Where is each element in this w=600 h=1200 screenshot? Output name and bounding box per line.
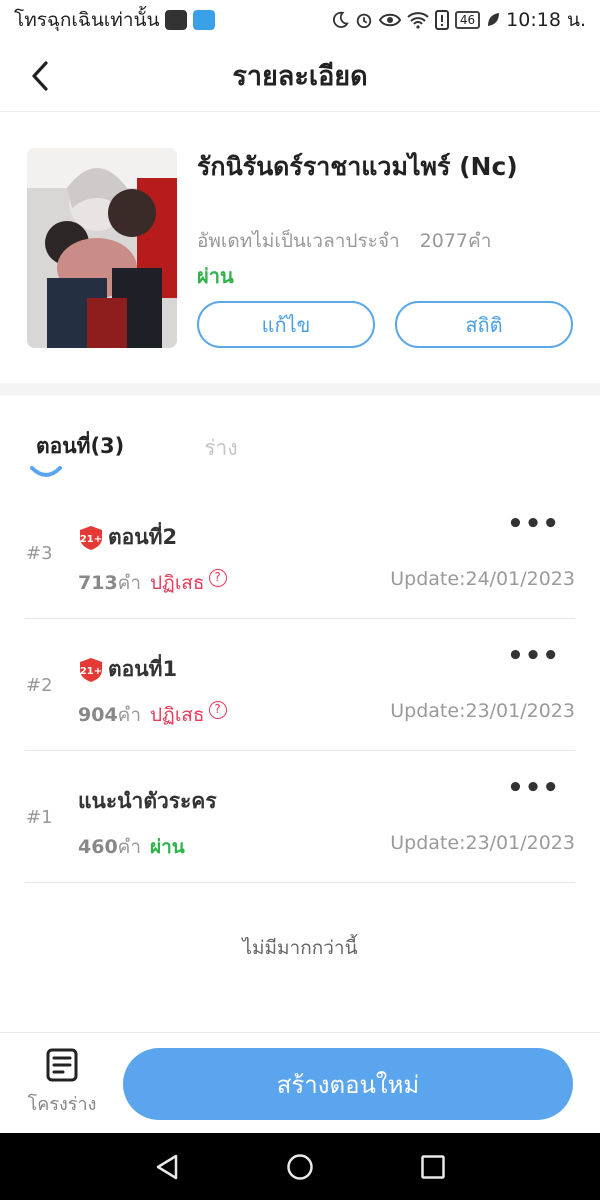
draft-button[interactable]: โครงร่าง	[22, 1047, 102, 1127]
tab-episodes[interactable]: ตอนที่(3)	[36, 430, 124, 465]
top-app-bar: รายละเอียด	[0, 40, 600, 112]
episode-update-date: Update:23/01/2023	[390, 700, 575, 722]
word-count: 2077คำ	[419, 230, 492, 252]
status-text: ปฏิเสธ	[150, 572, 205, 594]
episode-title: ตอนที่2	[108, 525, 178, 549]
episode-index: #3	[26, 543, 53, 564]
episode-word-count: 904คำ	[78, 700, 141, 730]
episode-row[interactable]: #3 21+ ตอนที่2 ••• 713คำ ปฏิเสธ ? Update…	[0, 487, 600, 619]
tab-drafts[interactable]: ร่าง	[204, 432, 237, 465]
word-unit: คำ	[117, 704, 142, 726]
episode-title: ตอนที่1	[108, 657, 178, 681]
episode-status: ผ่าน	[150, 832, 185, 862]
rating-21-badge-icon: 21+	[80, 657, 102, 682]
end-of-list-text: ไม่มีมากกว่านี้	[242, 937, 358, 959]
row-divider	[25, 882, 575, 883]
status-text: ผ่าน	[150, 836, 185, 858]
book-info: รักนิรันดร์ราชาแวมไพร์ (Nc) อัพเดทไม่เป็…	[0, 113, 600, 383]
status-left: โทรฉุกเฉินเท่านั้น	[14, 5, 216, 35]
status-time: 10:18 น.	[506, 9, 586, 31]
bottom-action-bar: โครงร่าง สร้างตอนใหม่	[0, 1032, 600, 1132]
status-right: 46 10:18 น.	[331, 5, 586, 35]
nav-home-button[interactable]	[280, 1147, 320, 1187]
status-bar: โทรฉุกเฉินเท่านั้น 46 10:18 น.	[0, 0, 600, 40]
leaf-icon	[486, 12, 500, 28]
circle-home-icon	[287, 1153, 313, 1180]
stats-button[interactable]: สถิติ	[395, 301, 573, 348]
section-divider	[0, 383, 600, 395]
more-options-icon[interactable]: •••	[507, 509, 560, 539]
tab-active-indicator	[30, 466, 62, 477]
media-app-icon	[165, 10, 188, 30]
more-options-icon[interactable]: •••	[507, 641, 560, 671]
episode-row[interactable]: #1 แนะนำตัวระคร ••• 460คำ ผ่าน Update:23…	[0, 751, 600, 883]
tab-bar: ตอนที่(3) ร่าง	[36, 430, 238, 465]
status-text: ปฏิเสธ	[150, 704, 205, 726]
alarm-icon	[355, 11, 373, 29]
episode-title: แนะนำตัวระคร	[78, 789, 217, 813]
alert-icon	[434, 10, 449, 30]
rating-21-badge-icon: 21+	[80, 525, 102, 550]
chevron-left-icon	[32, 61, 48, 91]
episode-title-row: 21+ ตอนที่2	[78, 521, 177, 554]
more-options-icon[interactable]: •••	[507, 773, 560, 803]
episode-index: #2	[26, 675, 53, 696]
document-icon	[46, 1048, 78, 1082]
square-recents-icon	[421, 1154, 446, 1179]
battery-icon: 46	[454, 11, 481, 29]
cloud-app-icon	[193, 10, 216, 30]
system-nav-bar	[0, 1133, 600, 1200]
edit-button[interactable]: แก้ไข	[197, 301, 375, 348]
triangle-back-icon	[156, 1154, 177, 1179]
eye-icon	[378, 12, 401, 28]
carrier-text: โทรฉุกเฉินเท่านั้น	[14, 9, 160, 31]
word-number: 904	[78, 704, 118, 726]
nav-back-button[interactable]	[147, 1147, 187, 1187]
help-icon[interactable]: ?	[208, 701, 227, 719]
draft-label: โครงร่าง	[27, 1094, 97, 1115]
episode-title-row: 21+ ตอนที่1	[78, 653, 177, 686]
book-status: ผ่าน	[197, 264, 234, 288]
episode-update-date: Update:23/01/2023	[390, 832, 575, 854]
back-button[interactable]	[22, 56, 58, 96]
create-episode-button[interactable]: สร้างตอนใหม่	[123, 1048, 573, 1120]
word-number: 713	[78, 572, 118, 594]
book-title: รักนิรันดร์ราชาแวมไพร์ (Nc)	[197, 152, 518, 181]
episode-title-row: แนะนำตัวระคร	[78, 785, 217, 818]
episode-status: ปฏิเสธ ?	[150, 568, 227, 598]
book-meta: อัพเดทไม่เป็นเวลาประจำ 2077คำ	[197, 226, 491, 256]
episode-update-date: Update:24/01/2023	[390, 568, 575, 590]
help-icon[interactable]: ?	[208, 569, 227, 587]
episode-index: #1	[26, 807, 53, 828]
moon-icon	[331, 11, 349, 29]
wifi-icon	[407, 11, 429, 29]
nav-recents-button[interactable]	[413, 1147, 453, 1187]
episode-word-count: 460คำ	[78, 832, 141, 862]
update-schedule: อัพเดทไม่เป็นเวลาประจำ	[197, 230, 400, 252]
book-cover-image[interactable]	[27, 148, 177, 348]
word-unit: คำ	[117, 836, 142, 858]
episode-row[interactable]: #2 21+ ตอนที่1 ••• 904คำ ปฏิเสธ ? Update…	[0, 619, 600, 751]
rating-badge-text: 21+	[80, 666, 102, 677]
episode-word-count: 713คำ	[78, 568, 141, 598]
word-number: 460	[78, 836, 118, 858]
rating-badge-text: 21+	[80, 534, 102, 545]
page-title: รายละเอียด	[232, 61, 368, 92]
word-unit: คำ	[117, 572, 142, 594]
episode-status: ปฏิเสธ ?	[150, 700, 227, 730]
